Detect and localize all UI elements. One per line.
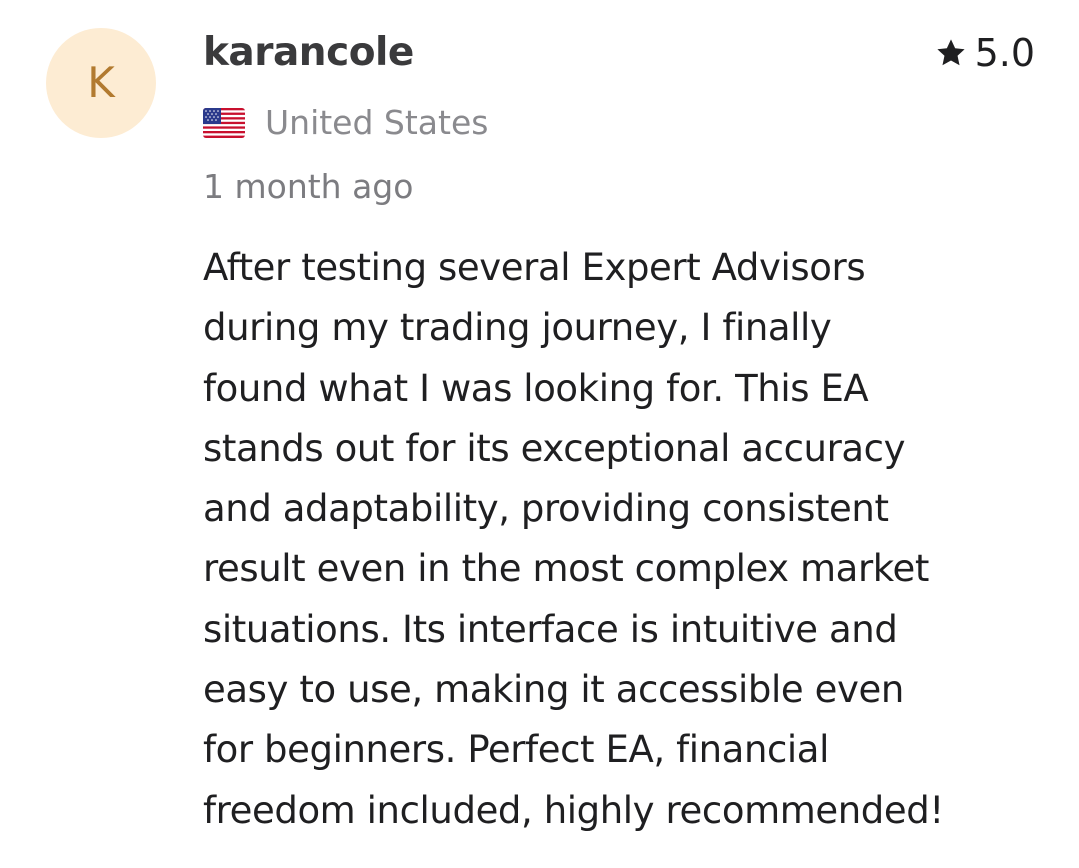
- review-body-line: After testing several Expert Advisors: [203, 246, 866, 289]
- review-body-line: freedom included, highly recommended!: [203, 788, 944, 832]
- rating: 5.0: [935, 30, 1035, 76]
- review-timestamp: 1 month ago: [203, 167, 414, 206]
- review-body-line: for beginners. Perfect EA, financial: [203, 728, 829, 772]
- review-card: K karancole 5.0 United States 1 month ag…: [0, 0, 1079, 868]
- star-icon: [936, 39, 965, 66]
- avatar[interactable]: K: [46, 28, 156, 138]
- review-body-line: situations. Its interface is intuitive a…: [203, 607, 898, 651]
- reviewer-country: United States: [265, 103, 489, 142]
- review-body: After testing several Expert Advisors du…: [203, 238, 1043, 841]
- country-row: United States: [203, 100, 488, 146]
- us-flag-icon: [203, 108, 245, 138]
- review-body-line: easy to use, making it accessible even: [203, 668, 904, 712]
- rating-value: 5.0: [974, 31, 1035, 75]
- review-body-line: and adaptability, providing consistent: [203, 487, 889, 531]
- review-body-line: during my trading journey, I finally: [203, 306, 832, 350]
- avatar-initial: K: [87, 58, 115, 107]
- reviewer-username[interactable]: karancole: [203, 30, 414, 76]
- review-body-line: result even in the most complex market: [203, 547, 929, 591]
- review-body-line: found what I was looking for. This EA: [203, 366, 869, 410]
- review-body-line: stands out for its exceptional accuracy: [203, 426, 906, 470]
